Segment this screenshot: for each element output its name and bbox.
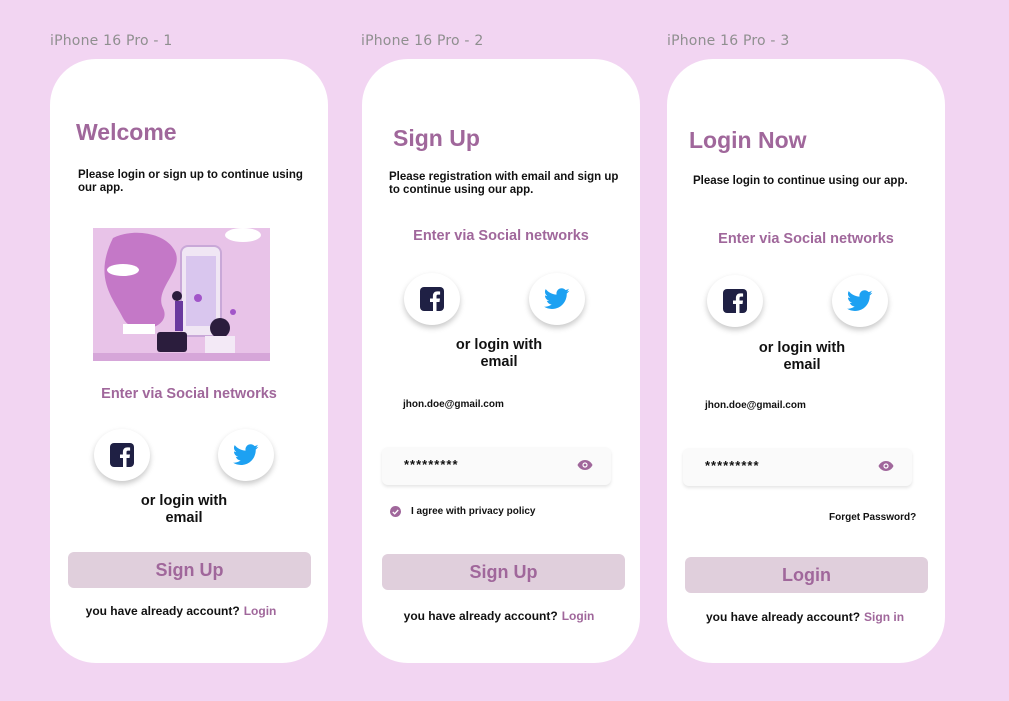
forgot-password-link[interactable]: Forget Password? — [829, 512, 916, 523]
password-field[interactable]: ********* — [382, 447, 611, 485]
facebook-button[interactable] — [707, 275, 763, 327]
footer: you have already account? Login — [50, 604, 320, 618]
sign-up-button[interactable]: Sign Up — [68, 552, 311, 588]
or-login-text: or login with email — [362, 337, 636, 371]
check-icon — [392, 509, 399, 515]
or-line: email — [165, 510, 203, 526]
twitter-button[interactable] — [218, 429, 274, 481]
social-heading: Enter via Social networks — [413, 228, 589, 244]
subtitle-line: to continue using our app. — [389, 184, 534, 196]
social-heading: Enter via Social networks — [718, 231, 894, 247]
frame-label-2: iPhone 16 Pro - 2 — [361, 33, 484, 49]
subtitle-line: our app. — [78, 182, 124, 194]
or-login-text: or login with email — [667, 340, 937, 374]
page-subtitle: Please login or sign up to continue usin… — [78, 169, 303, 195]
facebook-icon — [420, 287, 444, 311]
phone-sign-up: Sign Up Please registration with email a… — [362, 59, 640, 663]
eye-icon[interactable] — [878, 460, 894, 472]
facebook-icon — [110, 443, 134, 467]
sign-in-link[interactable]: Sign in — [864, 610, 904, 624]
twitter-icon — [544, 288, 570, 309]
footer: you have already account? Login — [362, 609, 638, 623]
page-title: Login Now — [689, 127, 807, 153]
password-value: ********* — [705, 458, 760, 473]
or-line: or login with — [140, 493, 228, 509]
footer-text: you have already account? — [85, 604, 240, 618]
login-link[interactable]: Login — [562, 609, 595, 623]
eye-icon[interactable] — [577, 459, 593, 471]
welcome-illustration — [93, 228, 270, 361]
email-field[interactable]: jhon.doe@gmail.com — [403, 399, 504, 410]
or-line: or login with — [455, 337, 543, 353]
page-title: Sign Up — [393, 125, 480, 151]
sign-up-button[interactable]: Sign Up — [382, 554, 625, 590]
page-subtitle: Please registration with email and sign … — [389, 171, 618, 197]
phone-login: Login Now Please login to continue using… — [667, 59, 945, 663]
frame-label-3: iPhone 16 Pro - 3 — [667, 33, 790, 49]
login-button[interactable]: Login — [685, 557, 928, 593]
facebook-icon — [723, 289, 747, 313]
page-subtitle: Please login to continue using our app. — [693, 175, 908, 188]
facebook-button[interactable] — [94, 429, 150, 481]
twitter-icon — [233, 444, 259, 465]
subtitle-line: Please login to continue using our app. — [693, 175, 908, 187]
privacy-label: I agree with privacy policy — [411, 506, 536, 517]
password-value: ********* — [404, 457, 459, 472]
page-title: Welcome — [76, 119, 177, 145]
twitter-button[interactable] — [529, 273, 585, 325]
phone-welcome: Welcome Please login or sign up to conti… — [50, 59, 328, 663]
subtitle-line: Please login or sign up to continue usin… — [78, 169, 303, 181]
footer: you have already account? Sign in — [667, 610, 944, 624]
privacy-policy-row: I agree with privacy policy — [390, 506, 536, 517]
or-login-text: or login with email — [50, 493, 318, 527]
password-field[interactable]: ********* — [683, 448, 912, 486]
twitter-icon — [847, 290, 873, 311]
email-field[interactable]: jhon.doe@gmail.com — [705, 400, 806, 411]
privacy-checkbox[interactable] — [390, 506, 401, 517]
twitter-button[interactable] — [832, 275, 888, 327]
login-link[interactable]: Login — [244, 604, 277, 618]
facebook-button[interactable] — [404, 273, 460, 325]
footer-text: you have already account? — [403, 609, 558, 623]
frame-label-1: iPhone 16 Pro - 1 — [50, 33, 173, 49]
social-heading: Enter via Social networks — [101, 386, 277, 402]
illustration-graphic — [93, 228, 270, 361]
footer-text: you have already account? — [705, 610, 861, 624]
or-line: email — [480, 354, 518, 370]
or-line: or login with — [758, 340, 846, 356]
or-line: email — [783, 357, 821, 373]
subtitle-line: Please registration with email and sign … — [389, 171, 619, 183]
